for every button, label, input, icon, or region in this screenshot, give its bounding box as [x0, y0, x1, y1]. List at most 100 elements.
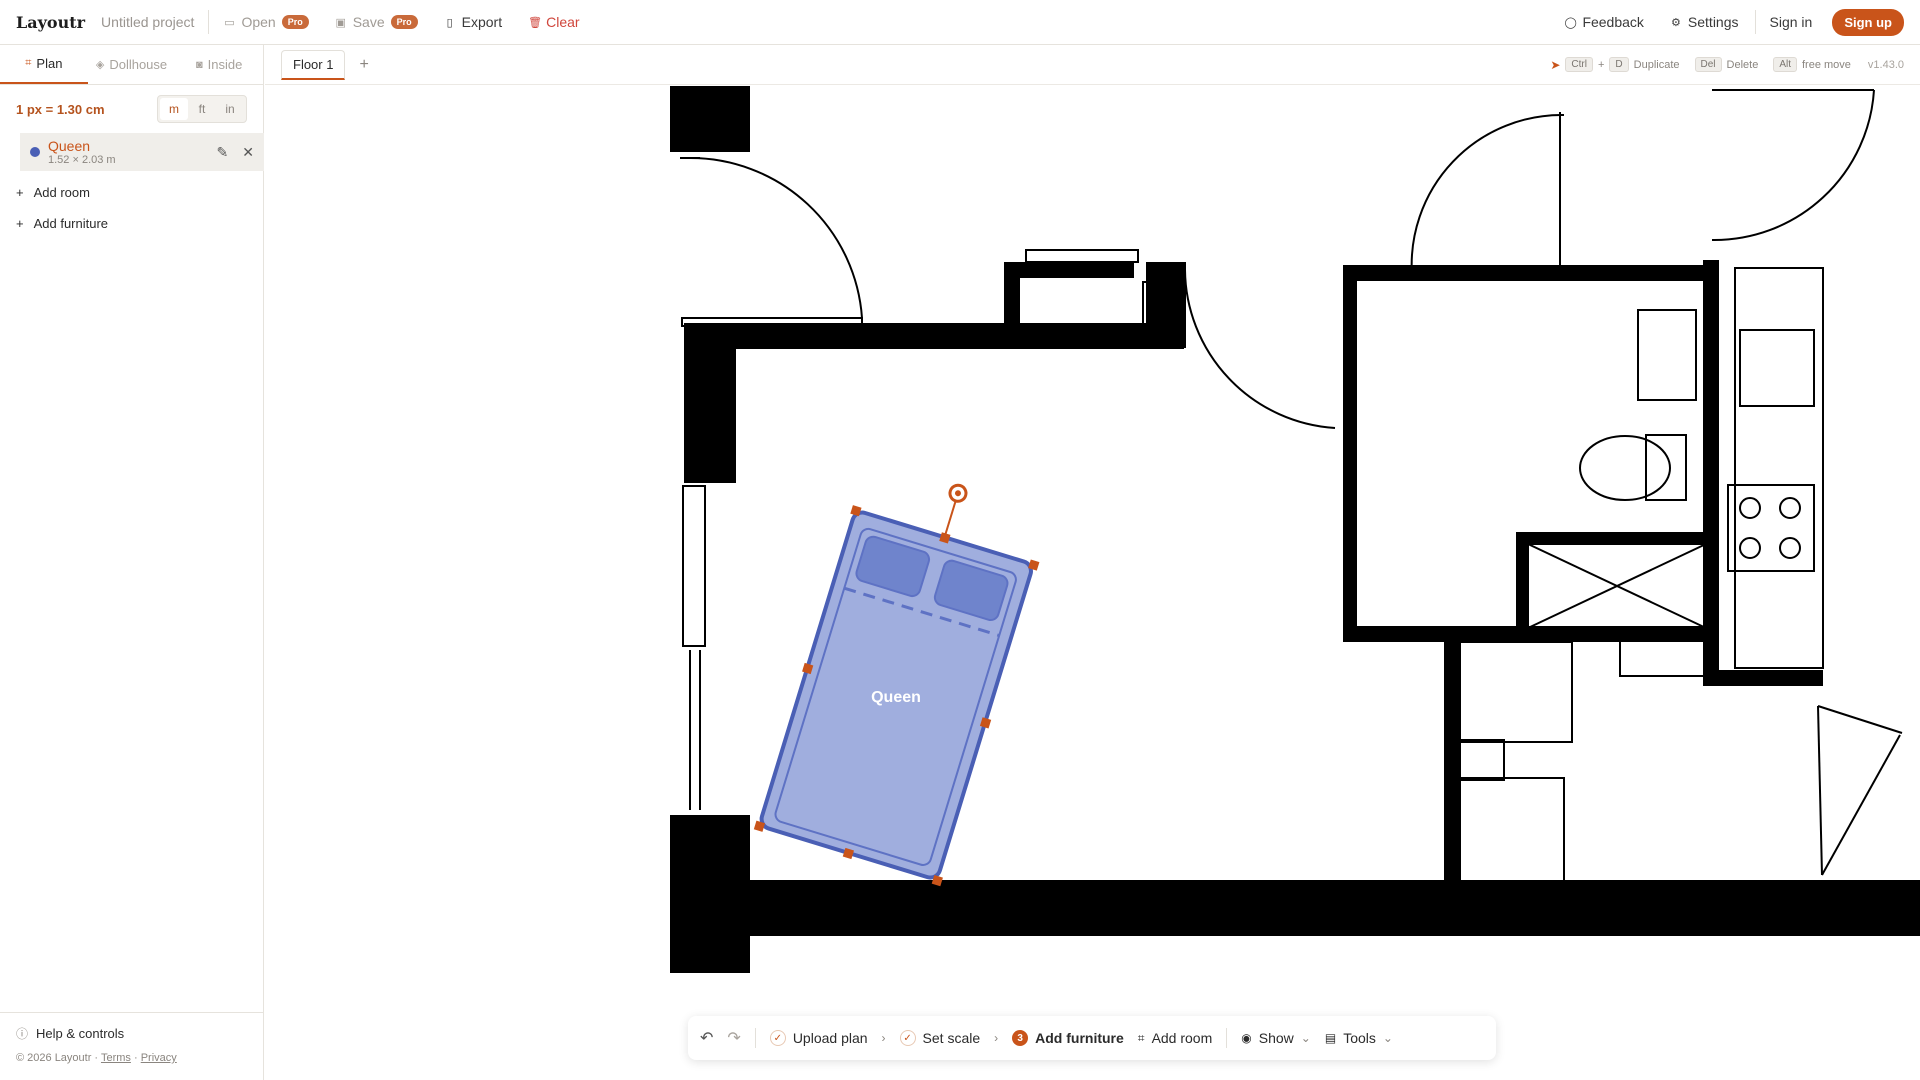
- add-room-button[interactable]: + Add room: [0, 177, 263, 208]
- sign-in-button[interactable]: Sign in: [1770, 14, 1813, 30]
- pro-badge: Pro: [281, 15, 309, 29]
- show-dropdown[interactable]: ◉ Show ⌄: [1241, 1030, 1311, 1046]
- cursor-icon: ➤: [1550, 57, 1561, 72]
- add-furniture-label: Add furniture: [33, 216, 109, 231]
- add-room-button[interactable]: ⌗ Add room: [1138, 1030, 1212, 1046]
- hint-delete: Delete: [1726, 58, 1759, 71]
- chevron-down-icon: ⌄: [1300, 1031, 1311, 1045]
- bottom-toolbar: ↶ ↷ ✓ Upload plan › ✓ Set scale › 3 Add …: [688, 1016, 1496, 1060]
- chat-bubble-icon: ◯: [1564, 16, 1577, 29]
- unit-switcher: m ft in: [157, 95, 247, 123]
- key-d: D: [1609, 57, 1629, 72]
- save-icon: ▣: [335, 16, 346, 29]
- trash-icon: 🗑: [528, 16, 543, 29]
- step-set-scale[interactable]: ✓ Set scale: [899, 1030, 980, 1046]
- check-icon: ✓: [769, 1030, 786, 1046]
- tab-label: Dollhouse: [109, 57, 168, 72]
- clear-button[interactable]: 🗑 Clear: [528, 14, 579, 30]
- project-name[interactable]: Untitled project: [101, 14, 194, 30]
- tab-plan[interactable]: ⌗ Plan: [0, 45, 88, 84]
- bed-label: Queen: [871, 689, 921, 706]
- step-add-furniture[interactable]: 3 Add furniture: [1012, 1030, 1124, 1046]
- scale-row: 1 px = 1.30 cm m ft in: [0, 85, 263, 133]
- step-upload-plan[interactable]: ✓ Upload plan: [769, 1030, 868, 1046]
- privacy-link[interactable]: Privacy: [141, 1052, 177, 1064]
- pencil-icon[interactable]: ✎: [217, 144, 229, 161]
- item-name: Queen: [48, 138, 91, 154]
- pro-badge: Pro: [390, 15, 418, 29]
- tab-dollhouse[interactable]: ◈ Dollhouse: [88, 45, 176, 84]
- chevron-right-icon: ›: [881, 1031, 886, 1045]
- add-floor-icon[interactable]: +: [359, 56, 368, 74]
- sidebar: ⌗ Plan ◈ Dollhouse ◙ Inside 1 px = 1.30 …: [0, 45, 264, 1080]
- export-button[interactable]: ▯ Export: [444, 14, 503, 30]
- clear-label: Clear: [546, 14, 580, 30]
- color-dot: [30, 147, 40, 157]
- feedback-label: Feedback: [1582, 14, 1644, 30]
- key-ctrl: Ctrl: [1565, 57, 1593, 72]
- toolbox-icon: ▤: [1324, 1031, 1337, 1045]
- help-icon: ⓘ: [16, 1027, 29, 1041]
- terms-link[interactable]: Terms: [101, 1052, 131, 1064]
- settings-label: Settings: [1687, 14, 1739, 30]
- undo-icon[interactable]: ↶: [700, 1028, 713, 1048]
- list-item[interactable]: Queen 1.52 × 2.03 m ✎ ✕: [20, 133, 264, 171]
- copyright: © 2026 Layoutr · Terms · Privacy: [16, 1052, 177, 1064]
- rotate-stem: [943, 500, 957, 538]
- gear-icon: ⚙: [1670, 16, 1681, 29]
- floor-bar: Floor 1 + ➤ Ctrl + D Duplicate Del Delet…: [265, 45, 1920, 85]
- cube-icon: ◈: [95, 59, 105, 71]
- divider: [1754, 10, 1756, 34]
- bed[interactable]: [753, 457, 1054, 887]
- file-icon: ▯: [446, 16, 453, 29]
- help-button[interactable]: ⓘ Help & controls: [0, 1025, 264, 1042]
- unit-m[interactable]: m: [160, 98, 188, 120]
- tab-inside[interactable]: ◙ Inside: [175, 45, 263, 84]
- chevron-right-icon: ›: [994, 1031, 999, 1045]
- save-button[interactable]: ▣ Save Pro: [335, 14, 418, 30]
- key-alt: Alt: [1773, 57, 1797, 72]
- eye-icon: ◉: [1241, 1031, 1252, 1045]
- export-label: Export: [461, 14, 503, 30]
- settings-button[interactable]: ⚙ Settings: [1670, 14, 1739, 30]
- unit-ft[interactable]: ft: [188, 98, 216, 120]
- item-dimensions: 1.52 × 2.03 m: [48, 154, 116, 166]
- camera-icon: ◙: [196, 58, 203, 71]
- add-furniture-button[interactable]: + Add furniture: [0, 208, 263, 239]
- version-label: v1.43.0: [1867, 58, 1904, 71]
- close-icon[interactable]: ✕: [242, 144, 254, 161]
- open-label: Open: [241, 14, 276, 30]
- plus-icon: +: [16, 185, 24, 200]
- key-del: Del: [1694, 57, 1722, 72]
- hint-duplicate: Duplicate: [1633, 58, 1680, 71]
- help-label: Help & controls: [36, 1026, 125, 1041]
- step-number: 3: [1012, 1030, 1029, 1046]
- tools-dropdown[interactable]: ▤ Tools ⌄: [1325, 1030, 1393, 1046]
- feedback-button[interactable]: ◯ Feedback: [1564, 14, 1643, 30]
- floor-plan-drawing: Queen: [670, 86, 1920, 973]
- chevron-down-icon: ⌄: [1382, 1031, 1393, 1045]
- room-icon: ⌗: [1137, 1030, 1145, 1045]
- sign-up-button[interactable]: Sign up: [1832, 8, 1904, 36]
- check-icon: ✓: [899, 1030, 916, 1046]
- save-label: Save: [352, 14, 385, 30]
- plan-icon: ⌗: [25, 57, 32, 69]
- sidebar-footer: ⓘ Help & controls © 2026 Layoutr · Terms…: [0, 1012, 264, 1080]
- scale-readout[interactable]: 1 px = 1.30 cm: [16, 102, 105, 117]
- tab-label: Plan: [36, 56, 63, 71]
- tab-floor-1[interactable]: Floor 1: [281, 49, 346, 80]
- top-bar: Layoutr Untitled project ▭ Open Pro ▣ Sa…: [0, 0, 1920, 45]
- hint-free-move: free move: [1801, 58, 1851, 71]
- unit-in[interactable]: in: [216, 98, 244, 120]
- view-tabs: ⌗ Plan ◈ Dollhouse ◙ Inside: [0, 45, 263, 85]
- add-room-label: Add room: [33, 185, 90, 200]
- folder-icon: ▭: [224, 16, 235, 29]
- divider: [208, 10, 210, 34]
- plan-canvas[interactable]: Queen: [265, 86, 1920, 1080]
- plus-icon: +: [16, 216, 24, 231]
- open-button[interactable]: ▭ Open Pro: [223, 14, 309, 30]
- app-logo[interactable]: Layoutr: [16, 13, 85, 32]
- redo-icon[interactable]: ↷: [727, 1028, 740, 1048]
- shortcut-hints: ➤ Ctrl + D Duplicate Del Delete Alt free…: [1550, 57, 1904, 72]
- tab-label: Inside: [207, 57, 243, 72]
